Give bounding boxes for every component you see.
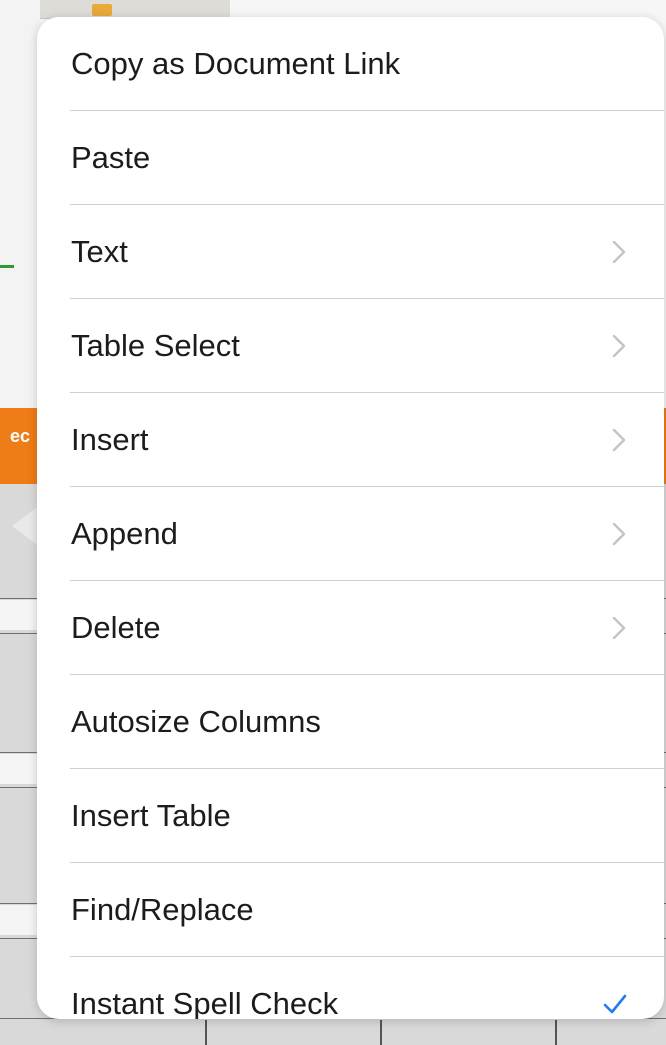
menu-item-append[interactable]: Append	[37, 487, 664, 581]
chevron-right-icon	[612, 522, 626, 546]
menu-item-label: Instant Spell Check	[71, 986, 339, 1019]
context-menu-list: Copy as Document Link Paste Text Table S…	[37, 17, 664, 1019]
menu-item-paste[interactable]: Paste	[37, 111, 664, 205]
table-header-fragment: ec	[10, 426, 31, 446]
menu-item-label: Table Select	[71, 328, 240, 363]
chevron-right-icon	[612, 334, 626, 358]
menu-item-text[interactable]: Text	[37, 205, 664, 299]
menu-item-label: Paste	[71, 140, 151, 175]
menu-item-table-select[interactable]: Table Select	[37, 299, 664, 393]
checkmark-icon	[603, 994, 627, 1014]
table-cell[interactable]	[0, 754, 40, 784]
table-cell[interactable]	[0, 905, 40, 935]
table-column-line	[205, 1020, 207, 1045]
table-cell[interactable]	[0, 600, 40, 630]
menu-item-insert-table[interactable]: Insert Table	[37, 769, 664, 863]
menu-item-copy-as-document-link[interactable]: Copy as Document Link	[37, 17, 664, 111]
chevron-right-icon	[612, 616, 626, 640]
menu-item-instant-spell-check[interactable]: Instant Spell Check	[37, 957, 664, 1019]
document-divider	[0, 265, 14, 268]
chevron-right-icon	[612, 428, 626, 452]
table-column-line	[555, 1020, 557, 1045]
document-link-fragment-container: si	[0, 70, 40, 120]
menu-item-label: Append	[71, 516, 178, 551]
menu-item-find-replace[interactable]: Find/Replace	[37, 863, 664, 957]
menu-item-delete[interactable]: Delete	[37, 581, 664, 675]
menu-item-label: Text	[71, 234, 128, 269]
context-menu-popover: Copy as Document Link Paste Text Table S…	[37, 17, 664, 1019]
menu-item-insert[interactable]: Insert	[37, 393, 664, 487]
chevron-right-icon	[612, 240, 626, 264]
menu-item-label: Autosize Columns	[71, 704, 321, 739]
menu-item-autosize-columns[interactable]: Autosize Columns	[37, 675, 664, 769]
menu-item-label: Delete	[71, 610, 161, 645]
menu-item-label: Insert Table	[71, 798, 231, 833]
table-column-line	[380, 1020, 382, 1045]
menu-item-label: Insert	[71, 422, 149, 457]
folder-icon	[92, 4, 112, 16]
menu-item-label: Find/Replace	[71, 892, 254, 927]
menu-item-label: Copy as Document Link	[71, 46, 401, 81]
